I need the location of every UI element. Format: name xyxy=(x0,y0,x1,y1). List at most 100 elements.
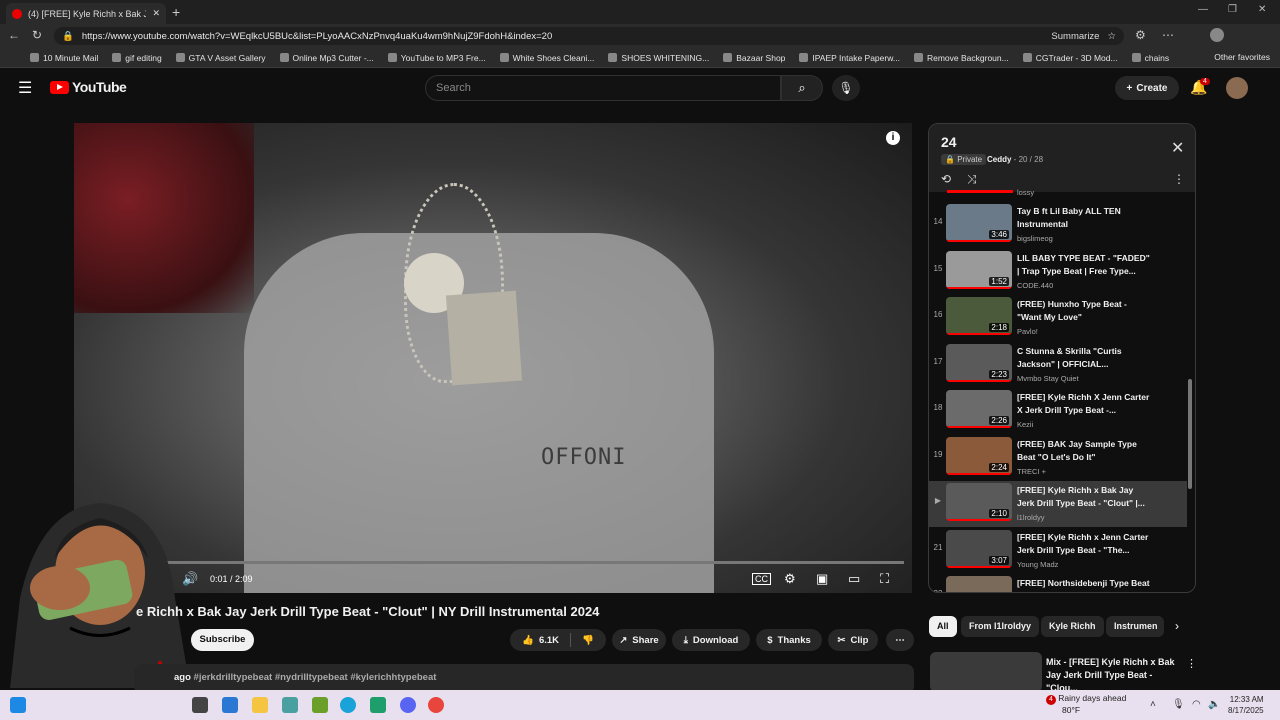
download-button[interactable]: ⤓ Download xyxy=(672,629,750,651)
playlist-item-thumbnail[interactable]: 1:52 xyxy=(946,250,1012,289)
thumbs-down-icon[interactable]: 👎 xyxy=(582,635,594,646)
chip-all[interactable]: All xyxy=(929,616,957,637)
playlist-item-title[interactable]: (FREE) BAK Jay Sample Type Beat "O Let's… xyxy=(1017,438,1152,464)
playlist-item-thumbnail[interactable]: 2:10 xyxy=(946,483,1012,521)
playlist-item-thumbnail[interactable]: 2:23 xyxy=(946,343,1012,382)
miniplayer-icon[interactable]: ▣ xyxy=(816,571,828,587)
loop-icon[interactable]: ⟲ xyxy=(941,172,951,186)
close-window-button[interactable]: ✕ xyxy=(1258,4,1266,15)
url-field[interactable]: 🔒 https://www.youtube.com/watch?v=WEqlkc… xyxy=(54,27,1124,45)
playlist-item-title[interactable]: [FREE] Kyle Richh x Jenn Carter Jerk Dri… xyxy=(1017,531,1152,557)
share-button[interactable]: ↗ Share xyxy=(612,629,666,651)
chevron-up-icon[interactable]: ˄ xyxy=(1150,699,1156,710)
close-icon[interactable]: ✕ xyxy=(1171,138,1184,158)
bookmark-item[interactable]: Online Mp3 Cutter -... xyxy=(279,53,374,63)
playlist-item-title[interactable]: [FREE] Kyle Richh x Bak Jay Jerk Drill T… xyxy=(1017,484,1152,510)
bookmark-item[interactable]: CGTrader - 3D Mod... xyxy=(1022,53,1118,63)
playlist-item-title[interactable]: C Stunna & Skrilla "Curtis Jackson" | OF… xyxy=(1017,345,1152,371)
bookmark-item[interactable]: 10 Minute Mail xyxy=(30,53,98,63)
weather-widget[interactable]: 4 Rainy days ahead 80°F xyxy=(1046,693,1126,715)
browser-tab[interactable]: (4) [FREE] Kyle Richh x Bak Jay Jerk ✕ xyxy=(6,3,166,24)
hamburger-menu-icon[interactable]: ☰ xyxy=(18,78,32,98)
extensions-icon[interactable]: ⚙ xyxy=(1135,28,1146,42)
youtube-logo[interactable]: YouTube xyxy=(50,79,127,95)
bookmark-item[interactable]: White Shoes Cleani... xyxy=(499,53,594,63)
chrome-icon[interactable] xyxy=(428,697,444,713)
microphone-tray-icon[interactable]: 🎙 xyxy=(1172,699,1185,710)
subscribe-button[interactable]: Subscribe xyxy=(191,629,254,651)
avatar[interactable] xyxy=(1226,77,1248,99)
app-icon[interactable] xyxy=(282,697,298,713)
hashtags[interactable]: #jerkdrilltypebeat #nydrilltypebeat #kyl… xyxy=(194,672,437,683)
playlist-item-title[interactable]: [FREE] Kyle Richh X Jenn Carter X Jerk D… xyxy=(1017,391,1152,417)
playlist-item-thumbnail[interactable]: 3:07 xyxy=(946,529,1012,568)
thanks-button[interactable]: $ Thanks xyxy=(756,629,822,651)
maximize-button[interactable]: ❐ xyxy=(1228,4,1237,15)
new-tab-button[interactable]: + xyxy=(172,4,180,20)
playlist-item[interactable]: 15 1:52 LIL BABY TYPE BEAT - "FADED" | Tra… xyxy=(929,249,1187,295)
bookmark-folder[interactable]: chains xyxy=(1131,53,1169,63)
playlist-item-title[interactable]: LIL BABY TYPE BEAT - "FADED" | Trap Type… xyxy=(1017,252,1152,278)
bookmark-item[interactable]: Bazaar Shop xyxy=(723,53,785,63)
chip-from-channel[interactable]: From l1lroldyy xyxy=(961,616,1040,637)
playlist-item[interactable]: 18 2:26 [FREE] Kyle Richh X Jenn Carter X … xyxy=(929,388,1187,434)
info-icon[interactable]: i xyxy=(886,131,900,145)
playlist-item-thumbnail[interactable]: 2:26 xyxy=(946,390,1012,428)
edge-icon[interactable] xyxy=(340,697,356,713)
playlist-item-thumbnail[interactable] xyxy=(946,576,1012,592)
voice-search-button[interactable]: 🎙 xyxy=(832,75,860,101)
favorite-star-icon[interactable]: ☆ xyxy=(1107,31,1116,42)
bookmark-item[interactable]: IPAEP Intake Paperw... xyxy=(799,53,900,63)
playlist-title[interactable]: 24 xyxy=(941,134,957,150)
system-clock[interactable]: 12:33 AM 8/17/2025 xyxy=(1228,694,1264,716)
search-button[interactable]: ⌕ xyxy=(781,75,823,101)
bookmark-item[interactable]: SHOES WHITENING... xyxy=(608,53,709,63)
settings-gear-icon[interactable]: ⚙ xyxy=(784,571,796,587)
profile-icon[interactable] xyxy=(1210,28,1224,42)
chevron-right-icon[interactable]: › xyxy=(1175,619,1179,633)
task-view-icon[interactable] xyxy=(192,697,208,713)
thumbs-up-icon[interactable]: 👍 xyxy=(522,635,534,646)
chip-kyle-richh[interactable]: Kyle Richh xyxy=(1041,616,1104,637)
captions-icon[interactable]: CC xyxy=(752,573,771,585)
playlist-item[interactable]: 17 2:23 C Stunna & Skrilla "Curtis Jackson… xyxy=(929,342,1187,388)
windows-start-icon[interactable] xyxy=(10,697,26,713)
close-tab-icon[interactable]: ✕ xyxy=(152,8,160,19)
like-count[interactable]: 6.1K xyxy=(539,635,559,646)
chip-instrumental[interactable]: Instrumen xyxy=(1106,616,1164,637)
clip-button[interactable]: ✂ Clip xyxy=(828,629,878,651)
search-input[interactable]: Search xyxy=(425,75,781,101)
playlist-item[interactable]: 14 3:46 Tay B ft Lil Baby ALL TEN Instrume… xyxy=(929,202,1187,248)
nvidia-icon[interactable] xyxy=(312,697,328,713)
playlist-item[interactable]: 21 3:07 [FREE] Kyle Richh x Jenn Carter Je… xyxy=(929,528,1187,574)
playlist-item[interactable]: 22 [FREE] Northsidebenji Type Beat xyxy=(929,574,1187,592)
mix-thumbnail[interactable] xyxy=(930,652,1042,692)
discord-icon[interactable] xyxy=(400,697,416,713)
playlist-item-thumbnail[interactable]: 2:18 xyxy=(946,297,1012,335)
minimize-button[interactable]: — xyxy=(1198,4,1208,15)
summarize-button[interactable]: Summarize xyxy=(1051,31,1099,42)
bookmark-item[interactable]: GTA V Asset Gallery xyxy=(175,53,266,63)
theater-mode-icon[interactable]: ▭ xyxy=(848,571,860,587)
back-icon[interactable]: ← xyxy=(8,28,20,42)
more-actions-button[interactable]: ⋯ xyxy=(886,629,914,651)
playlist-item-title[interactable]: [FREE] Northsidebenji Type Beat xyxy=(1017,577,1152,590)
playlist-item[interactable]: 19 2:24 (FREE) BAK Jay Sample Type Beat "O… xyxy=(929,435,1187,481)
progress-bar[interactable] xyxy=(84,561,904,564)
shuffle-icon[interactable]: ⤨ xyxy=(967,172,977,187)
playlist-menu-icon[interactable]: ⋮ xyxy=(1173,172,1185,186)
bookmark-item[interactable]: Remove Backgroun... xyxy=(913,53,1009,63)
refresh-icon[interactable]: ↻ xyxy=(32,28,42,42)
fullscreen-icon[interactable]: ⛶ xyxy=(880,571,889,587)
create-button[interactable]: + Create xyxy=(1115,76,1179,100)
mix-menu-icon[interactable]: ⋮ xyxy=(1186,657,1197,670)
file-explorer-icon[interactable] xyxy=(252,697,268,713)
bookmark-item[interactable]: YouTube to MP3 Fre... xyxy=(387,53,486,63)
other-favorites[interactable]: Other favorites xyxy=(1214,52,1270,62)
playlist-item-title[interactable]: (FREE) Hunxho Type Beat - "Want My Love" xyxy=(1017,298,1152,324)
playlist-item[interactable]: 16 2:18 (FREE) Hunxho Type Beat - "Want My… xyxy=(929,295,1187,341)
wifi-icon[interactable]: ◠ xyxy=(1192,699,1201,710)
playlist-item-thumbnail[interactable]: 3:46 xyxy=(946,204,1012,242)
playlist-item-title[interactable]: Tay B ft Lil Baby ALL TEN Instrumental xyxy=(1017,205,1152,231)
store-icon[interactable] xyxy=(222,697,238,713)
